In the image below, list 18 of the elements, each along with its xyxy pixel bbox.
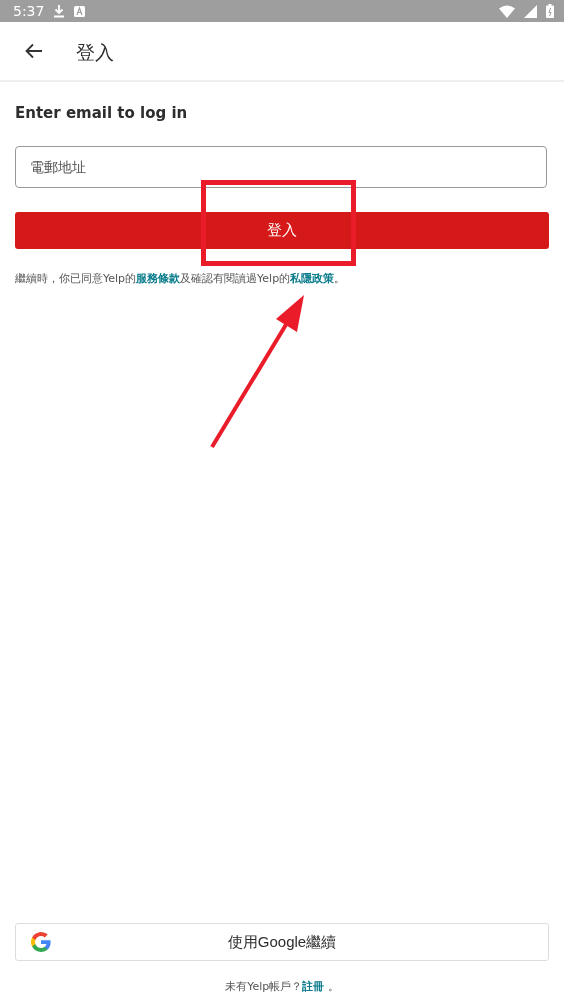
battery-icon bbox=[546, 4, 554, 18]
login-button[interactable]: 登入 bbox=[15, 212, 549, 249]
status-time: 5:37 bbox=[13, 3, 45, 19]
terms-link[interactable]: 服務條款 bbox=[136, 272, 181, 285]
privacy-link[interactable]: 私隱政策 bbox=[290, 272, 335, 285]
screen-title: 登入 bbox=[76, 40, 114, 65]
wifi-icon bbox=[499, 4, 515, 18]
email-field[interactable]: 電郵地址 bbox=[15, 146, 547, 188]
keyboard-app-icon bbox=[74, 5, 86, 17]
form-heading: Enter email to log in bbox=[15, 104, 189, 122]
google-logo-icon bbox=[29, 930, 53, 954]
signup-link[interactable]: 註冊 bbox=[302, 980, 325, 993]
download-icon bbox=[53, 4, 66, 18]
google-button[interactable]: 使用Google繼續 bbox=[15, 923, 549, 961]
signup-text: 未有Yelp帳戶？註冊 。 bbox=[225, 979, 339, 994]
back-arrow-icon[interactable] bbox=[25, 43, 43, 59]
signal-icon bbox=[524, 4, 537, 18]
terms-text: 繼續時，你已同意Yelp的服務條款及確認有閱讀過Yelp的私隱政策。 bbox=[15, 271, 347, 286]
